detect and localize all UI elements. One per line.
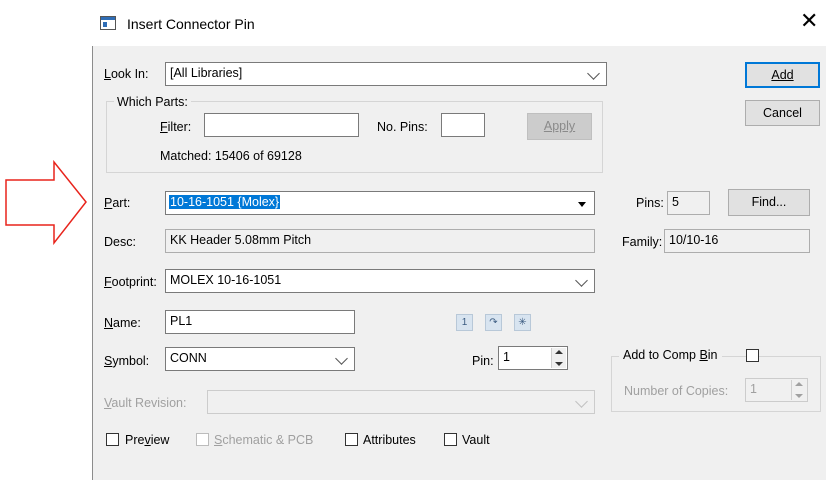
chevron-down-icon: [587, 67, 600, 80]
look-in-dropdown[interactable]: [All Libraries]: [165, 62, 607, 86]
rotate-icon[interactable]: ↷: [485, 314, 502, 331]
comp-bin-checkbox[interactable]: [746, 349, 759, 362]
footprint-label: Footprint:: [104, 275, 157, 289]
filter-input[interactable]: [204, 113, 359, 137]
chevron-down-icon: [575, 395, 588, 408]
preview-checkbox[interactable]: [106, 433, 119, 446]
filter-label: Filter:: [160, 120, 192, 134]
apply-button[interactable]: Apply: [527, 113, 592, 140]
vault-checkbox[interactable]: [444, 433, 457, 446]
footprint-dropdown[interactable]: MOLEX 10-16-1051: [165, 269, 595, 293]
part-label: Part:: [104, 196, 131, 210]
look-in-label: Look In:: [104, 67, 149, 81]
cancel-label: Cancel: [763, 106, 802, 120]
family-label: Family:: [622, 235, 663, 249]
look-in-value: [All Libraries]: [170, 66, 243, 80]
desc-field: KK Header 5.08mm Pitch: [165, 229, 595, 253]
spin-buttons[interactable]: [791, 380, 806, 400]
no-pins-label: No. Pins:: [377, 120, 428, 134]
copies-stepper[interactable]: 1: [745, 378, 808, 402]
desc-label: Desc:: [104, 235, 136, 249]
symbol-value: CONN: [170, 351, 207, 365]
pins-label: Pins:: [636, 196, 664, 210]
comp-bin-label: Add to Comp Bin: [619, 348, 722, 362]
copies-value: 1: [750, 382, 757, 396]
name-input[interactable]: PL1: [165, 310, 355, 334]
part-value: 10-16-1051 {Molex}: [169, 195, 281, 209]
matched-count: Matched: 15406 of 69128: [160, 149, 302, 163]
name-value: PL1: [170, 314, 193, 328]
pin-label: Pin:: [472, 354, 494, 368]
symbol-dropdown[interactable]: CONN: [165, 347, 355, 371]
chevron-down-icon: [575, 274, 588, 287]
family-value: 10/10-16: [669, 233, 719, 247]
cancel-button[interactable]: Cancel: [745, 100, 820, 126]
schematic-pcb-label: Schematic & PCB: [214, 433, 314, 447]
pin-number-icon[interactable]: 1: [456, 314, 473, 331]
copies-label: Number of Copies:: [624, 384, 729, 398]
dropdown-arrow-icon: [578, 202, 586, 207]
star-icon[interactable]: ✳: [514, 314, 531, 331]
name-label: Name:: [104, 316, 141, 330]
vault-label: Vault: [462, 433, 490, 447]
pins-value: 5: [672, 195, 679, 209]
add-button[interactable]: Add: [745, 62, 820, 88]
vault-revision-dropdown[interactable]: [207, 390, 595, 414]
find-button[interactable]: Find...: [728, 189, 810, 216]
close-icon[interactable]: ✕: [800, 10, 818, 32]
preview-label: Preview: [125, 433, 170, 447]
family-field: 10/10-16: [664, 229, 810, 253]
chevron-down-icon: [335, 352, 348, 365]
vault-revision-label: Vault Revision:: [104, 396, 187, 410]
add-label: Add: [771, 68, 794, 82]
spin-buttons[interactable]: [551, 348, 566, 368]
attributes-label: Attributes: [363, 433, 416, 447]
schematic-pcb-checkbox[interactable]: [196, 433, 209, 446]
no-pins-input[interactable]: [441, 113, 485, 137]
symbol-label: Symbol:: [104, 354, 150, 368]
window-icon: [100, 16, 116, 30]
attributes-checkbox[interactable]: [345, 433, 358, 446]
right-arrow-icon: [5, 159, 87, 246]
desc-value: KK Header 5.08mm Pitch: [170, 233, 312, 247]
part-dropdown[interactable]: 10-16-1051 {Molex}: [165, 191, 595, 215]
apply-label: Apply: [543, 119, 576, 133]
pin-stepper[interactable]: 1: [498, 346, 568, 370]
which-parts-label: Which Parts:: [114, 95, 191, 109]
pin-value: 1: [503, 350, 510, 364]
dialog-title: Insert Connector Pin: [127, 16, 255, 32]
find-label: Find...: [751, 195, 787, 209]
footprint-value: MOLEX 10-16-1051: [170, 273, 282, 287]
pins-field: 5: [667, 191, 710, 215]
